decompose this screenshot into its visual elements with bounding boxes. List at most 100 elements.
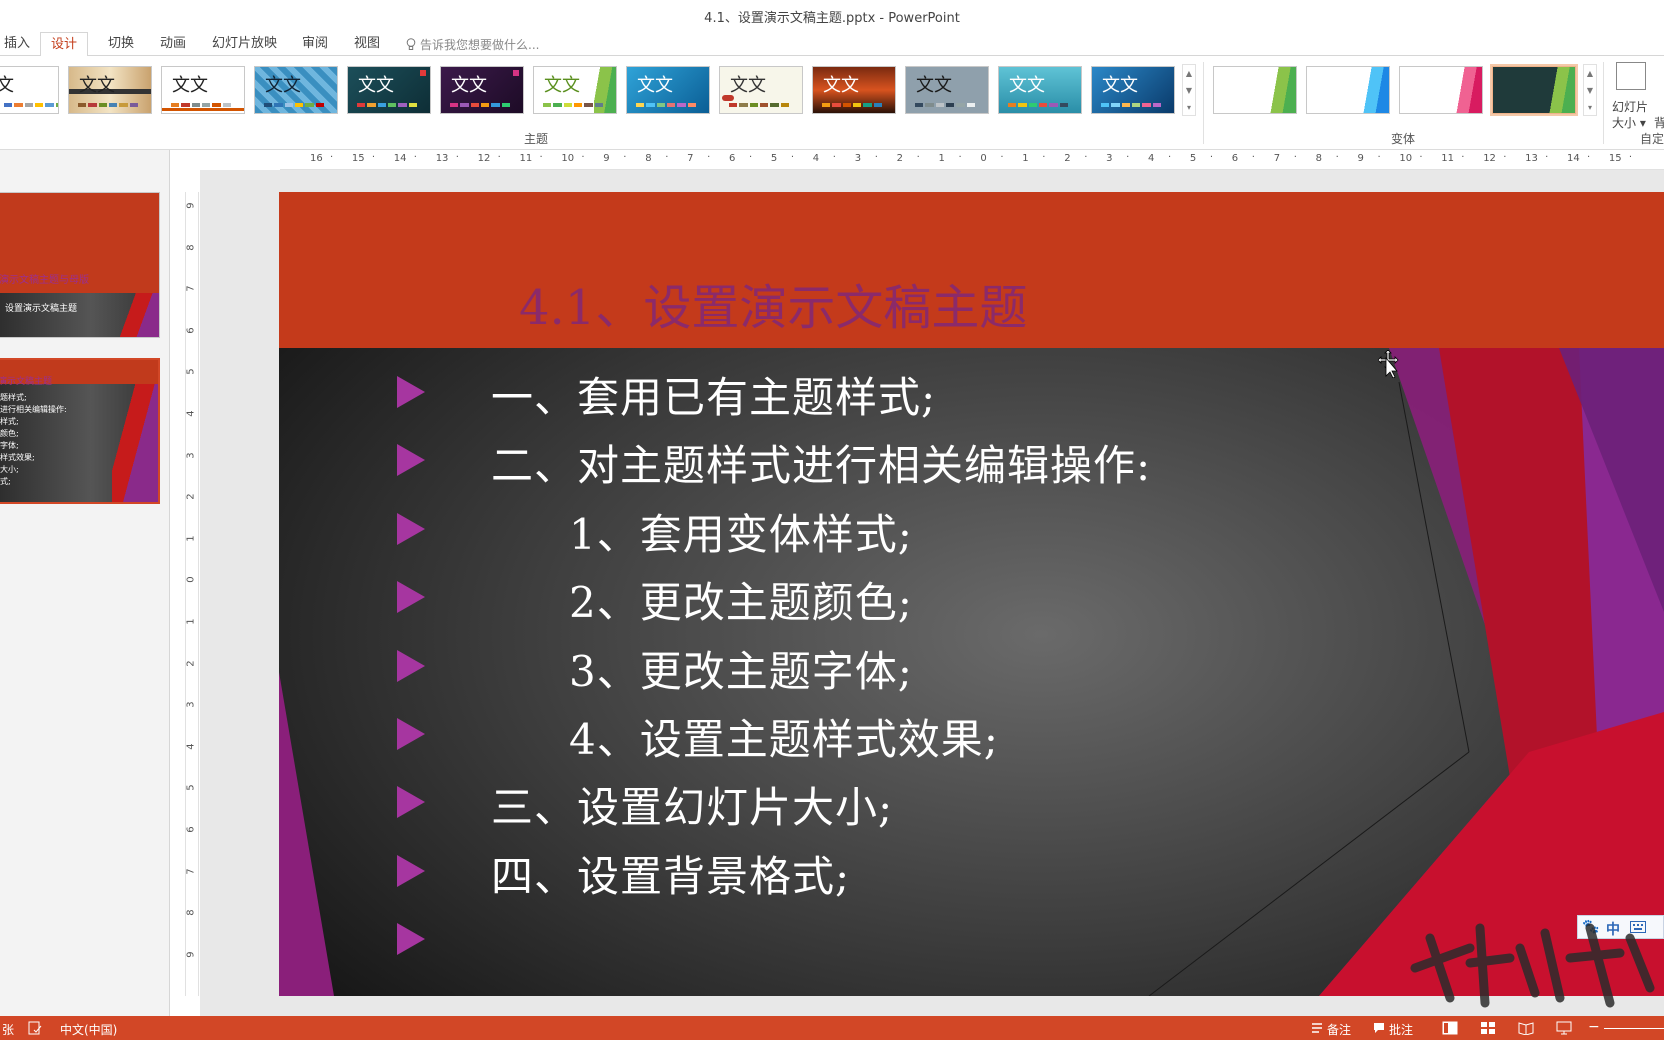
theme-thumb-7[interactable]: 文文 [533,66,617,114]
ruler-dot: · [371,152,376,163]
ruler-dot: · [1126,152,1130,163]
ruler-dot: · [1335,152,1339,163]
bullet-arrow-icon [397,650,425,682]
vertical-ruler: 9 8 7 6 5 4 3 2 1 0 1 2 3 4 5 6 7 8 9 [185,192,199,996]
tab-slideshow[interactable]: 幻灯片放映 [208,34,281,56]
themes-group-label: 主题 [524,132,549,146]
ruler-tick: 8 [1315,153,1322,164]
ruler-dot: · [832,152,836,163]
tab-transitions[interactable]: 切换 [104,34,138,56]
theme-thumb-10[interactable]: 文文 [812,66,896,114]
comments-icon[interactable] [1373,1022,1385,1034]
tab-animations[interactable]: 动画 [156,34,190,56]
theme-thumb-4[interactable]: 文文 [254,66,338,114]
ruler-dot: · [1587,152,1591,163]
spellcheck-icon[interactable] [28,1021,42,1035]
variants-gallery-scroll[interactable]: ▲ ▼ ▾ [1583,64,1597,116]
zoom-out-icon[interactable]: − [1588,1019,1600,1035]
variant-thumb-4[interactable] [1490,64,1578,116]
ruler-tick: 2 [185,493,197,500]
move-cursor-icon [1378,350,1399,378]
ruler-tick: 9 [185,951,197,958]
slide-title[interactable]: 4.1、设置演示文稿主题 [519,268,1027,338]
ruler-tick: 7 [1273,153,1281,164]
ruler-tick: 3 [185,451,197,459]
ruler-tick: 4 [1148,153,1155,164]
ruler-dot: · [707,152,711,163]
ruler-tick: 13 [1525,153,1538,164]
slide-size-icon [1616,62,1646,90]
variants-group-label: 变体 [1391,132,1416,146]
ruler-tick: 9 [1357,153,1364,164]
horizontal-ruler: 16 · 15 · 14 · 13 · 12 · 11 · 10 · 9 · 8 · 7 · 6 · 5 · 4 · 3 · 2 · 1 · 0… [280,150,1664,170]
scroll-up-icon[interactable]: ▲ [1183,65,1195,82]
theme-thumb-8[interactable]: 文文 [626,66,710,114]
ruler-dot: · [1000,152,1004,163]
ruler-dot: · [1251,152,1255,163]
tell-me-box[interactable]: 告诉我您想要做什么... [406,36,539,53]
ruler-tick: 4 [185,743,197,750]
slide-size-button[interactable]: 幻灯片 大小 ▾ [1612,60,1658,130]
reading-view-icon[interactable] [1518,1021,1534,1035]
ruler-tick: 5 [185,784,197,792]
slide-thumbnail-2[interactable]: 演示文稿主题 题样式; 进行相关编辑操作: 样式; 颜色; 字体; 样式效果; … [0,358,160,504]
theme-thumb-office[interactable]: 文 [0,66,59,114]
variant-thumb-2[interactable] [1306,66,1390,114]
slide-thumbnail-1[interactable]: 演示文稿主题与母版 设置演示文稿主题 [0,192,160,338]
bullet-arrow-icon [397,718,425,750]
ruler-dot: · [749,152,753,163]
theme-thumb-11[interactable]: 文文 [905,66,989,114]
ruler-dot: · [1628,152,1633,163]
scroll-down-icon[interactable]: ▼ [1183,82,1195,99]
ruler-tick: 1 [938,153,945,164]
slide-thumbnail-pane: 演示文稿主题与母版 设置演示文稿主题 演示文稿主题 题样式; 进行相关编辑操作:… [0,150,170,1016]
comments-button[interactable]: 批注 [1389,1021,1413,1038]
theme-thumb-2[interactable]: 文文 [68,66,152,114]
gallery-more-icon[interactable]: ▾ [1584,99,1596,116]
theme-thumb-13[interactable]: 文文 [1091,66,1175,114]
ruler-dot: · [497,152,501,163]
ruler-dot: · [1461,152,1465,163]
theme-thumb-3[interactable]: 文文 [161,66,245,114]
scroll-down-icon[interactable]: ▼ [1584,82,1596,99]
notes-icon[interactable] [1311,1022,1323,1034]
tab-insert[interactable]: 插入 [0,34,34,56]
format-background-label[interactable]: 背 [1654,114,1664,131]
tab-review[interactable]: 审阅 [298,34,332,56]
ruler-tick: 14 [1567,153,1580,164]
title-bar: 4.1、设置演示文稿主题.pptx - PowerPoint [0,0,1664,30]
gallery-more-icon[interactable]: ▾ [1183,99,1195,116]
thumb1-title: 演示文稿主题与母版 [0,275,89,286]
ruler-tick: 1 [185,535,197,542]
ruler-tick: 7 [687,153,694,164]
thumb2-title: 演示文稿主题 [0,377,53,387]
ruler-dot: · [1377,152,1381,163]
theme-thumb-12[interactable]: 文文 [998,66,1082,114]
slideshow-view-icon[interactable] [1556,1021,1572,1035]
slide-sorter-icon[interactable] [1480,1021,1496,1035]
ruler-dot: · [874,152,878,163]
ruler-tick: 6 [185,826,197,833]
ruler-tick: 4 [812,153,820,164]
language-indicator[interactable]: 中文(中国) [60,1021,117,1038]
theme-thumb-5[interactable]: 文文 [347,66,431,114]
tab-design[interactable]: 设计 [40,32,89,57]
notes-button[interactable]: 备注 [1327,1021,1351,1038]
tab-view[interactable]: 视图 [350,34,384,56]
slide-canvas[interactable]: 4.1、设置演示文稿主题 一、套用已有主题样式; 二、对主题样式进行相关编辑操作… [279,192,1664,996]
normal-view-icon[interactable] [1442,1021,1458,1035]
variant-thumb-3[interactable] [1399,66,1483,114]
variant-thumb-1[interactable] [1213,66,1297,114]
ruler-dot: · [790,152,795,163]
theme-thumb-6[interactable]: 文文 [440,66,524,114]
theme-thumb-9[interactable]: 文文 [719,66,803,114]
ruler-tick: 6 [185,327,197,334]
ruler-dot: · [623,152,627,163]
ruler-tick: 0 [185,576,197,584]
ruler-tick: 8 [645,153,652,164]
ruler-tick: 16 [310,153,323,164]
themes-gallery-scroll[interactable]: ▲ ▼ ▾ [1182,64,1196,116]
scroll-up-icon[interactable]: ▲ [1584,65,1596,82]
zoom-slider[interactable] [1604,1028,1664,1029]
window-title: 4.1、设置演示文稿主题.pptx - PowerPoint [704,11,960,26]
